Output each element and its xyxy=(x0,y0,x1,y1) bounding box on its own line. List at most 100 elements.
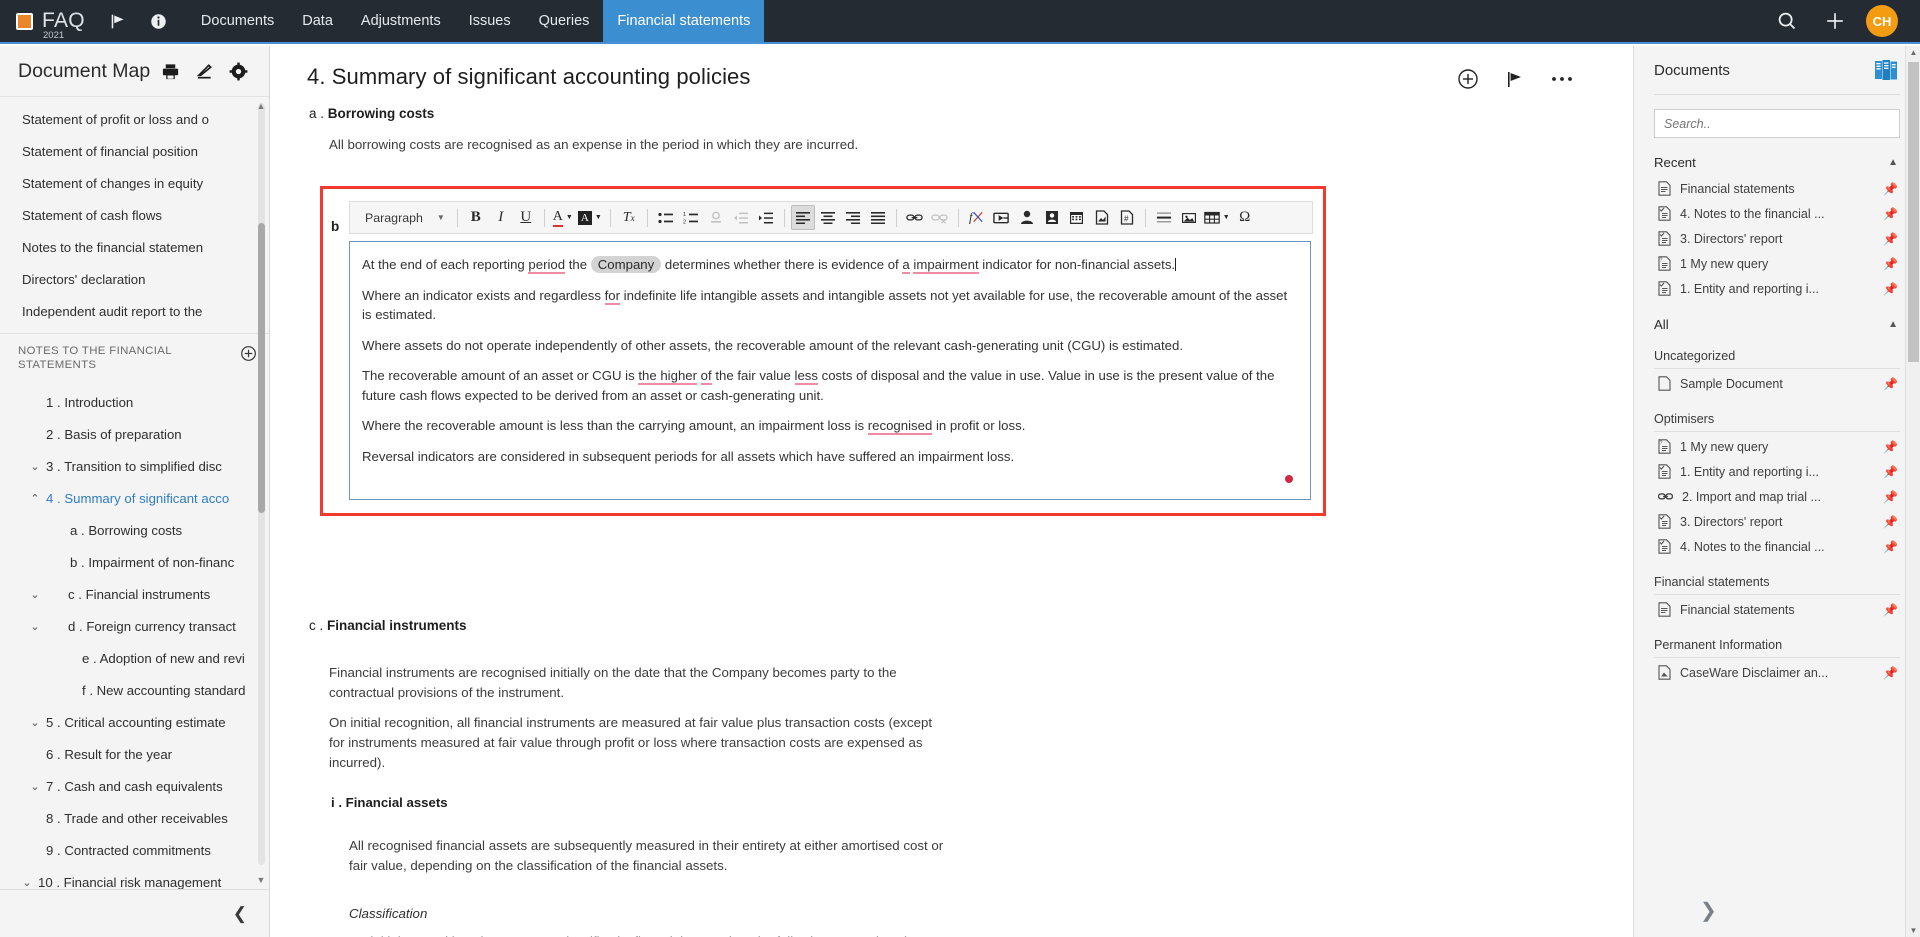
sidebar-item-notes-financial-statements[interactable]: Notes to the financial statemen xyxy=(0,231,269,263)
sidebar-item-statement-financial-position[interactable]: Statement of financial position xyxy=(0,135,269,167)
pin-icon[interactable]: 📌 xyxy=(1883,232,1898,246)
nav-item-queries[interactable]: Queries xyxy=(525,0,604,42)
sidebar-item-statement-changes-equity[interactable]: Statement of changes in equity xyxy=(0,167,269,199)
pin-icon[interactable]: 📌 xyxy=(1883,515,1898,529)
editor-text-area[interactable]: At the end of each reporting period the … xyxy=(349,241,1311,500)
print-icon[interactable] xyxy=(153,54,187,88)
chevron-up-icon[interactable]: ▲ xyxy=(1888,319,1898,330)
recent-item-entity-reporting[interactable]: 1. Entity and reporting i... 📌 xyxy=(1634,276,1920,301)
editor-paragraph-6[interactable]: Reversal indicators are considered in su… xyxy=(362,447,1292,467)
search-input[interactable] xyxy=(1654,109,1900,138)
remove-format-icon[interactable]: Tx xyxy=(617,205,641,230)
sidebar-scrollbar[interactable] xyxy=(258,103,265,865)
pin-icon[interactable]: 📌 xyxy=(1883,440,1898,454)
background-color-icon[interactable]: A ▼ xyxy=(576,205,604,230)
flag-icon[interactable] xyxy=(1505,69,1525,89)
collapse-sidebar-icon[interactable]: ❮ xyxy=(233,904,247,924)
sidebar-note-b-impairment[interactable]: b . Impairment of non-financ xyxy=(0,546,269,578)
sidebar-note-9-contracted-commitments[interactable]: 9 . Contracted commitments xyxy=(0,834,269,866)
tag-chip-company[interactable]: Company xyxy=(590,256,662,273)
add-content-icon[interactable] xyxy=(1457,68,1479,90)
sidebar-item-directors-declaration[interactable]: Directors' declaration xyxy=(0,263,269,295)
all-item-sample-document[interactable]: Sample Document 📌 xyxy=(1634,371,1920,396)
editor-paragraph-5[interactable]: Where the recoverable amount is less tha… xyxy=(362,416,1292,436)
sidebar-scrollbar-thumb[interactable] xyxy=(258,223,265,513)
pin-icon[interactable]: 📌 xyxy=(1883,603,1898,617)
chevron-down-icon[interactable]: ⌄ xyxy=(24,620,46,633)
app-brand[interactable]: FAQ 2021 xyxy=(0,0,99,42)
app-scrollbar[interactable]: ▲ ▼ xyxy=(1905,46,1920,937)
scroll-up-arrow-icon[interactable]: ▲ xyxy=(255,101,267,111)
add-icon[interactable] xyxy=(1814,10,1856,32)
pi-item-caseware-disclaimer[interactable]: CaseWare Disclaimer an... 📌 xyxy=(1634,660,1920,685)
pin-icon[interactable]: 📌 xyxy=(1883,182,1898,196)
sidebar-note-f-new-standards[interactable]: f . New accounting standard xyxy=(0,674,269,706)
pin-icon[interactable]: 📌 xyxy=(1883,377,1898,391)
documents-library-icon[interactable] xyxy=(1874,59,1898,81)
chevron-up-icon[interactable]: ▲ xyxy=(1888,157,1898,168)
recent-item-notes-financial[interactable]: 4. Notes to the financial ... 📌 xyxy=(1634,201,1920,226)
section-recent[interactable]: Recent ▲ xyxy=(1634,146,1920,176)
unlink-icon[interactable] xyxy=(928,205,952,230)
sidebar-note-3-transition[interactable]: ⌄ 3 . Transition to simplified disc xyxy=(0,450,269,482)
scroll-down-arrow-icon[interactable]: ▼ xyxy=(255,875,267,885)
chevron-down-icon[interactable]: ⌄ xyxy=(24,780,46,793)
pin-icon[interactable]: 📌 xyxy=(1883,257,1898,271)
insert-field-icon[interactable] xyxy=(990,205,1014,230)
optimiser-item-notes-financial[interactable]: 4. Notes to the financial ... 📌 xyxy=(1634,534,1920,559)
sidebar-note-2-basis-of-preparation[interactable]: 2 . Basis of preparation xyxy=(0,418,269,450)
sidebar-note-7-cash-equivalents[interactable]: ⌄ 7 . Cash and cash equivalents xyxy=(0,770,269,802)
align-right-icon[interactable] xyxy=(841,205,865,230)
expand-panel-icon[interactable]: ❯ xyxy=(1700,898,1717,923)
underline-icon[interactable]: U xyxy=(514,205,538,230)
nav-item-documents[interactable]: Documents xyxy=(187,0,288,42)
chevron-down-icon[interactable]: ⌄ xyxy=(24,460,46,473)
sidebar-item-independent-audit-report[interactable]: Independent audit report to the xyxy=(0,295,269,327)
flag-icon[interactable] xyxy=(99,0,139,42)
pin-icon[interactable]: 📌 xyxy=(1883,666,1898,680)
chevron-down-icon[interactable]: ⌄ xyxy=(24,588,46,601)
pin-icon[interactable]: 📌 xyxy=(1883,465,1898,479)
increase-indent-icon[interactable] xyxy=(754,205,778,230)
decrease-indent-icon[interactable] xyxy=(729,205,753,230)
sidebar-note-8-trade-receivables[interactable]: 8 . Trade and other receivables xyxy=(0,802,269,834)
optimiser-item-entity-reporting[interactable]: 1. Entity and reporting i... 📌 xyxy=(1634,459,1920,484)
gear-icon[interactable] xyxy=(221,54,255,88)
insert-person-icon[interactable] xyxy=(1015,205,1039,230)
nav-item-issues[interactable]: Issues xyxy=(455,0,525,42)
recent-item-directors-report[interactable]: 3. Directors' report 📌 xyxy=(1634,226,1920,251)
numbered-list-icon[interactable]: 12 xyxy=(679,205,703,230)
nav-item-adjustments[interactable]: Adjustments xyxy=(347,0,455,42)
scroll-down-arrow-icon[interactable]: ▼ xyxy=(1906,926,1920,935)
chevron-up-icon[interactable]: ⌃ xyxy=(24,492,46,505)
insert-image-icon[interactable] xyxy=(1177,205,1201,230)
rich-text-editor[interactable]: b Paragraph ▼ B I U A ▼ A ▼ Tx 12 f # ▼ … xyxy=(320,186,1326,516)
sidebar-item-statement-profit-loss[interactable]: Statement of profit or loss and o xyxy=(0,103,269,135)
sidebar-note-a-borrowing-costs[interactable]: a . Borrowing costs xyxy=(0,514,269,546)
insert-number-icon[interactable]: # xyxy=(1115,205,1139,230)
text-color-icon[interactable]: A ▼ xyxy=(551,205,575,230)
insert-table-icon[interactable]: ▼ xyxy=(1202,205,1232,230)
optimiser-item-my-new-query[interactable]: ? 1 My new query 📌 xyxy=(1634,434,1920,459)
sidebar-note-d-foreign-currency[interactable]: ⌄ d . Foreign currency transact xyxy=(0,610,269,642)
insert-link-icon[interactable] xyxy=(903,205,927,230)
nav-item-data[interactable]: Data xyxy=(288,0,347,42)
italic-icon[interactable]: I xyxy=(489,205,513,230)
editor-paragraph-2[interactable]: Where an indicator exists and regardless… xyxy=(362,286,1292,325)
pin-icon[interactable]: 📌 xyxy=(1883,490,1898,504)
insert-contact-icon[interactable] xyxy=(1040,205,1064,230)
pin-icon[interactable]: 📌 xyxy=(1883,282,1898,296)
sidebar-note-10-financial-risk[interactable]: ⌄ 10 . Financial risk management xyxy=(0,866,269,890)
section-all[interactable]: All ▲ xyxy=(1634,301,1920,338)
recent-item-my-new-query[interactable]: ? 1 My new query 📌 xyxy=(1634,251,1920,276)
editor-paragraph-4[interactable]: The recoverable amount of an asset or CG… xyxy=(362,366,1292,405)
align-center-icon[interactable] xyxy=(816,205,840,230)
horizontal-rule-icon[interactable] xyxy=(1152,205,1176,230)
recent-item-financial-statements[interactable]: Financial statements 📌 xyxy=(1634,176,1920,201)
sidebar-note-6-result-for-year[interactable]: 6 . Result for the year xyxy=(0,738,269,770)
optimiser-item-import-map-trial[interactable]: 2. Import and map trial ... 📌 xyxy=(1634,484,1920,509)
nav-item-financial-statements[interactable]: Financial statements xyxy=(603,0,765,42)
app-scrollbar-thumb[interactable] xyxy=(1908,62,1919,362)
editor-paragraph-3[interactable]: Where assets do not operate independentl… xyxy=(362,336,1292,356)
sidebar-note-5-critical-estimates[interactable]: ⌄ 5 . Critical accounting estimate xyxy=(0,706,269,738)
